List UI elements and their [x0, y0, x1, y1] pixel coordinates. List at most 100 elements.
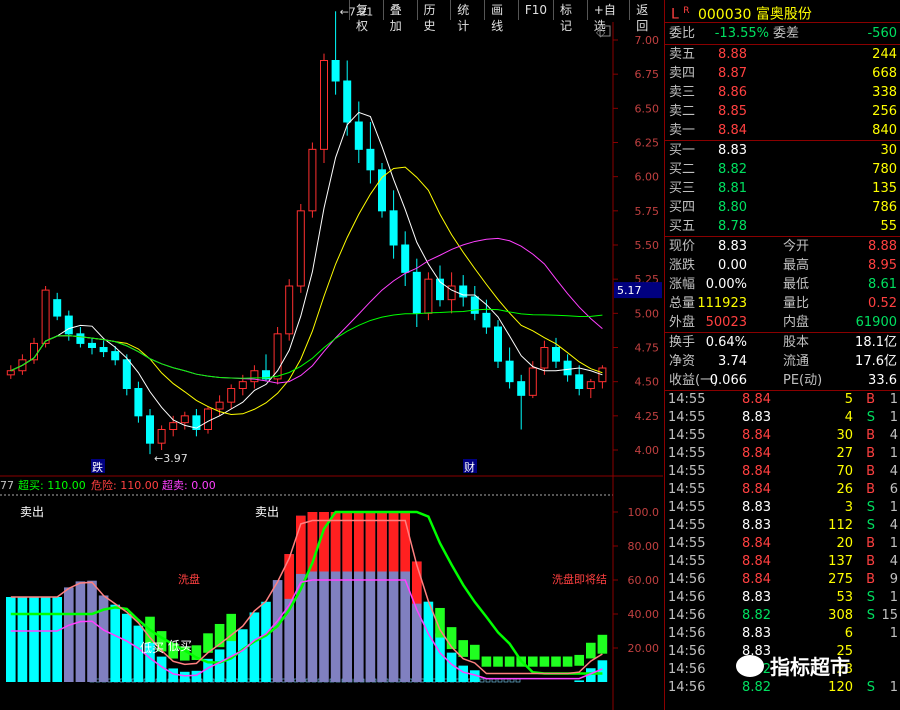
stats1-label2: 最高 [783, 258, 810, 273]
ind-bar [29, 597, 39, 682]
tick-price: 8.82 [742, 680, 771, 695]
price-axis: 7.006.756.506.256.005.755.505.255.004.75… [612, 22, 660, 476]
stats1-label2: 今开 [783, 239, 810, 254]
tick-count: 4 [889, 518, 898, 533]
tick-row[interactable]: 14:56 8.84 275 B 9 [665, 571, 900, 589]
price-tick: 5.50 [635, 239, 660, 252]
tick-count: 1 [889, 536, 898, 551]
candle-body [6, 370, 15, 376]
stats-block-2: 换手 0.64% 股本 18.1亿 净资 3.74 流通 17.6亿 收益(一) 0.066 PE(… [665, 333, 900, 390]
sells-price: 8.87 [718, 66, 747, 81]
candle-body [227, 388, 236, 403]
tick-price: 8.84 [742, 428, 771, 443]
tick-volume: 27 [836, 446, 853, 461]
candle-body [41, 289, 50, 344]
stats1-value2: 0.52 [868, 296, 897, 311]
candle-body [134, 388, 143, 417]
buys-label: 买四 [669, 200, 696, 215]
weibi-label: 委比 [669, 26, 696, 41]
candle-body [157, 429, 166, 444]
tick-volume: 112 [828, 518, 853, 533]
tick-side: S [866, 518, 875, 533]
ind-bar [238, 629, 248, 682]
tick-count: 1 [889, 626, 898, 641]
kline-chart[interactable]: 7.006.756.506.256.005.755.505.255.004.75… [0, 0, 663, 710]
stats-block-1: 现价 8.83 今开 8.88 涨跌 0.00 最高 8.95 涨幅 0.00% 最低 8.61 总量 1… [665, 237, 900, 332]
ind-bar [40, 597, 51, 682]
tick-volume: 5 [844, 392, 853, 407]
sells-volume: 668 [872, 66, 897, 81]
tick-price: 8.84 [742, 554, 771, 569]
tick-side: B [866, 464, 875, 479]
candle-body [505, 360, 514, 383]
tick-row[interactable]: 14:55 8.84 137 B 4 [665, 553, 900, 571]
buys-volume: 55 [880, 219, 897, 234]
buys-row: 买二 8.82 780 [665, 160, 900, 179]
tick-volume: 4 [844, 410, 853, 425]
tick-time: 14:56 [668, 572, 706, 587]
ind-bar [75, 581, 86, 682]
candle-body [88, 342, 96, 348]
ind-bar [272, 580, 283, 682]
tick-count: 15 [881, 608, 898, 623]
sells-volume: 256 [872, 104, 897, 119]
stats2-label2: 流通 [783, 354, 810, 369]
candle-body [99, 347, 108, 353]
stats2-value: 3.74 [718, 354, 747, 369]
ind-bar-low [470, 644, 480, 660]
tick-row[interactable]: 14:55 8.84 26 B 6 [665, 481, 900, 499]
tick-row[interactable]: 14:55 8.84 5 B 1 [665, 391, 900, 409]
tick-row[interactable]: 14:55 8.83 112 S 4 [665, 517, 900, 535]
tick-price: 8.84 [742, 482, 771, 497]
tick-row[interactable]: 14:55 8.84 70 B 4 [665, 463, 900, 481]
candle-body [412, 271, 421, 314]
tick-time: 14:55 [668, 392, 706, 407]
tick-row[interactable]: 14:56 8.83 53 S 1 [665, 589, 900, 607]
weicha-value: -560 [867, 26, 897, 41]
tick-time: 14:55 [668, 518, 706, 533]
watermark-text: 指标超市 [770, 655, 850, 679]
tick-row[interactable]: 14:56 8.83 6 1 [665, 625, 900, 643]
stats1-value2: 61900 [855, 315, 897, 330]
stats2-value2: 17.6亿 [855, 354, 897, 369]
tick-row[interactable]: 14:55 8.83 3 S 1 [665, 499, 900, 517]
ind-bar [52, 597, 62, 682]
ind-bar-low [493, 656, 503, 667]
buys-volume: 786 [872, 200, 897, 215]
stats1-label: 涨幅 [669, 277, 696, 292]
ind-scale: 40.00 [628, 608, 660, 621]
candle-body [285, 285, 294, 335]
chart-area[interactable]: 复权 叠加 历史 统计 画线 F10 标记 +自选 返回 7.00 6.75 6.50 6.25 6.0… [0, 0, 663, 710]
tick-side: B [866, 554, 875, 569]
ind-bar [423, 601, 434, 682]
ind-bar [249, 612, 260, 682]
tick-row[interactable]: 14:55 8.84 27 B 1 [665, 445, 900, 463]
tick-volume: 3 [844, 500, 853, 515]
diamond-icon[interactable]: ◇ [596, 25, 606, 39]
price-tick: 6.25 [635, 137, 660, 150]
candle-body [215, 401, 224, 410]
tick-row[interactable]: 14:55 8.84 30 B 4 [665, 427, 900, 445]
ind-bar-low [562, 656, 573, 667]
sells-row: 卖四 8.87 668 [665, 64, 900, 83]
buys-price: 8.80 [718, 200, 747, 215]
tick-row[interactable]: 14:55 8.83 4 S 1 [665, 409, 900, 427]
tick-row[interactable]: 14:55 8.84 20 B 1 [665, 535, 900, 553]
tick-side: S [866, 500, 875, 515]
tick-row[interactable]: 14:56 8.82 120 S 1 [665, 679, 900, 697]
stats1-label2: 内盘 [783, 315, 810, 330]
sells-price: 8.88 [718, 47, 747, 62]
candle-body [122, 359, 131, 389]
tick-time: 14:56 [668, 626, 706, 641]
tick-row[interactable]: 14:56 8.82 308 S 15 [665, 607, 900, 625]
weicha-label: 委差 [773, 26, 800, 41]
stats2-row: 收益(一) 0.066 PE(动) 33.6 [665, 371, 900, 390]
tick-side: B [866, 428, 875, 443]
stats1-value2: 8.88 [868, 239, 897, 254]
ind-bar-low [528, 656, 538, 667]
tick-volume: 308 [828, 608, 853, 623]
tick-volume: 30 [836, 428, 853, 443]
stats1-label: 总量 [669, 296, 696, 311]
sells-label: 卖一 [669, 123, 696, 138]
ma-line-20 [10, 237, 603, 384]
